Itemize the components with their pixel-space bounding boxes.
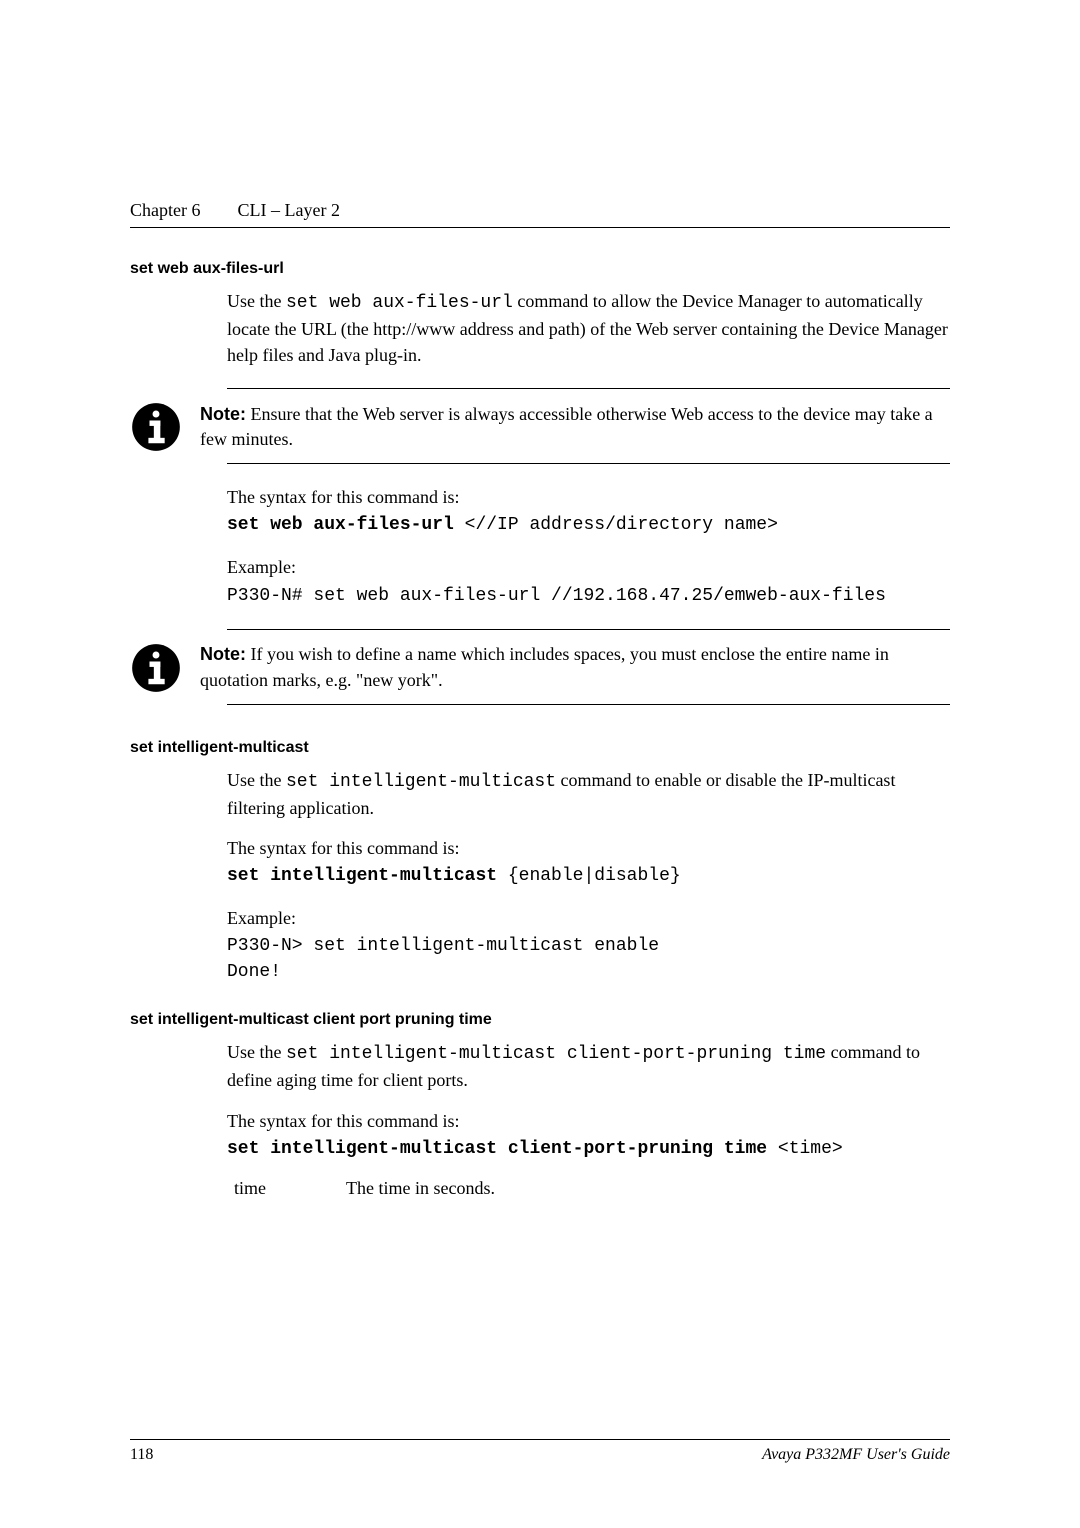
inline-command: set intelligent-multicast client-port-pr… (286, 1044, 826, 1064)
heading-set-intelligent-multicast-client-port-pruning-time: set intelligent-multicast client port pr… (130, 1011, 950, 1029)
param-desc: The time in seconds. (346, 1178, 495, 1199)
note-divider (227, 704, 950, 705)
syntax-line: set web aux-files-url <//IP address/dire… (227, 512, 950, 538)
example-label: Example: (227, 905, 950, 931)
guide-title: Avaya P332MF User's Guide (762, 1446, 950, 1464)
s3-intro: Use the set intelligent-multicast client… (227, 1039, 950, 1093)
param-name: time (234, 1178, 266, 1199)
example-label: Example: (227, 554, 950, 580)
note-block: Note: If you wish to define a name which… (130, 629, 950, 705)
chapter-header: Chapter 6 CLI – Layer 2 (130, 200, 950, 221)
inline-command: set web aux-files-url (286, 293, 513, 313)
page-number: 118 (130, 1446, 153, 1464)
note-text: Note: Ensure that the Web server is alwa… (200, 402, 950, 452)
note-text: Note: If you wish to define a name which… (200, 642, 950, 692)
heading-set-web-aux-files-url: set web aux-files-url (130, 260, 950, 278)
example-line: P330-N> set intelligent-multicast enable (227, 933, 950, 959)
chapter-title: CLI – Layer 2 (237, 200, 339, 220)
chapter-number: Chapter 6 (130, 200, 200, 220)
info-icon (130, 401, 182, 453)
inline-command: set intelligent-multicast (286, 772, 556, 792)
syntax-line: set intelligent-multicast client-port-pr… (227, 1136, 950, 1162)
s2-intro: Use the set intelligent-multicast comman… (227, 767, 950, 821)
syntax-line: set intelligent-multicast {enable|disabl… (227, 863, 950, 889)
example-line: P330-N# set web aux-files-url //192.168.… (227, 583, 950, 609)
footer-divider (130, 1439, 950, 1440)
syntax-intro: The syntax for this command is: (227, 1108, 950, 1134)
header-divider (130, 227, 950, 228)
parameter-row: time The time in seconds. (234, 1178, 950, 1199)
info-icon (130, 642, 182, 694)
page-footer: 118 Avaya P332MF User's Guide (130, 1439, 950, 1464)
note-block: Note: Ensure that the Web server is alwa… (130, 388, 950, 464)
heading-set-intelligent-multicast: set intelligent-multicast (130, 739, 950, 757)
s1-intro: Use the set web aux-files-url command to… (227, 288, 950, 368)
example-output: Done! (227, 959, 950, 985)
syntax-intro: The syntax for this command is: (227, 835, 950, 861)
note-divider (227, 463, 950, 464)
syntax-intro: The syntax for this command is: (227, 484, 950, 510)
